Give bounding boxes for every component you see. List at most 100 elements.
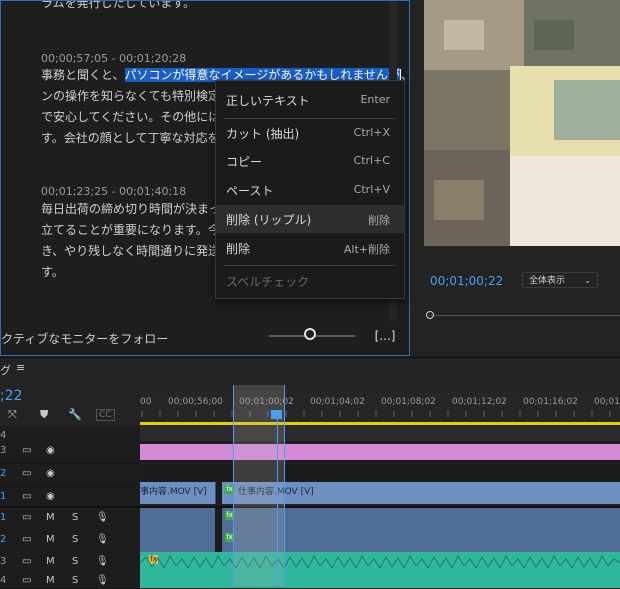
program-monitor: 00;01;00;22 全体表示 ⌄ bbox=[410, 0, 620, 356]
transcript-line[interactable]: 立てることが重要になります。今日、 bbox=[41, 220, 244, 241]
ruler-ticks bbox=[141, 411, 611, 417]
microphone-icon[interactable]: 🎙 bbox=[96, 512, 109, 523]
track-number: 3 bbox=[0, 556, 7, 567]
time-ruler[interactable]: 00 00;00;56;00 00;01;00;02 00;01;04;02 0… bbox=[140, 391, 620, 423]
timeline-timecode[interactable]: ;22 bbox=[0, 388, 23, 404]
playhead-handle[interactable] bbox=[271, 410, 282, 419]
track-number: 1 bbox=[0, 512, 7, 523]
solo-button[interactable]: S bbox=[72, 575, 78, 586]
menu-item-label: 正しいテキスト bbox=[226, 94, 310, 108]
camera-icon[interactable]: ▭ bbox=[22, 491, 31, 502]
menu-item-label: 削除 (リップル) bbox=[226, 213, 312, 227]
linked-selection-icon[interactable]: ⛊ bbox=[40, 408, 48, 422]
menu-item-label: 削除 bbox=[226, 242, 251, 256]
timeline-tab-title[interactable]: グ bbox=[0, 362, 11, 378]
work-area-bar[interactable] bbox=[140, 422, 620, 425]
track-number: 2 bbox=[0, 534, 7, 545]
track-header-v3[interactable]: 3 ▭ ◉ bbox=[0, 441, 140, 464]
track-lane-v3[interactable] bbox=[140, 441, 620, 463]
menu-item-shortcut: Ctrl+X bbox=[353, 126, 390, 139]
music-clip[interactable]: fx bbox=[140, 552, 620, 574]
camera-icon[interactable]: ▭ bbox=[22, 468, 31, 479]
track-header-a3[interactable]: 3 ▭ M S 🎙 bbox=[0, 552, 140, 575]
music-clip[interactable] bbox=[140, 574, 620, 588]
more-options-button[interactable]: [...] bbox=[373, 326, 397, 346]
eye-icon[interactable]: ◉ bbox=[46, 445, 55, 456]
mute-button[interactable]: M bbox=[46, 575, 55, 586]
playhead-timecode[interactable]: 00;01;00;22 bbox=[430, 274, 503, 288]
track-header-a4[interactable]: 4 ▭ M S 🎙 bbox=[0, 574, 140, 589]
menu-item-copy[interactable]: コピー Ctrl+C bbox=[216, 147, 404, 175]
menu-item-ripple-delete[interactable]: 削除 (リップル) 削除 bbox=[216, 205, 404, 233]
track-number: 2 bbox=[0, 468, 7, 479]
speaker-icon[interactable]: ▭ bbox=[22, 534, 31, 545]
transcript-line[interactable]: ラムを発行したしています。 bbox=[41, 1, 195, 14]
track-header-a1[interactable]: 1 ▭ M S 🎙 bbox=[0, 508, 140, 531]
eye-icon[interactable]: ◉ bbox=[46, 468, 55, 479]
menu-item-shortcut: Enter bbox=[360, 93, 390, 106]
camera-icon[interactable]: ▭ bbox=[22, 445, 31, 456]
panel-menu-icon[interactable]: ≡ bbox=[16, 361, 25, 374]
snap-icon[interactable]: ⤧ bbox=[8, 408, 17, 422]
solo-button[interactable]: S bbox=[72, 556, 78, 567]
eye-icon[interactable]: ◉ bbox=[46, 491, 55, 502]
solo-button[interactable]: S bbox=[72, 512, 78, 523]
monitor-playhead-handle[interactable] bbox=[426, 311, 434, 319]
track-header-v2[interactable]: 2 ▭ ◉ bbox=[0, 464, 140, 487]
menu-item-paste[interactable]: ペースト Ctrl+V bbox=[216, 176, 404, 204]
menu-item-shortcut: Ctrl+C bbox=[353, 154, 390, 167]
transcript-footer: クティブなモニターをフォロー [...] bbox=[1, 321, 409, 355]
speaker-icon[interactable]: ▭ bbox=[22, 575, 31, 586]
menu-item-correct-text[interactable]: 正しいテキスト Enter bbox=[216, 86, 404, 114]
mute-button[interactable]: M bbox=[46, 534, 55, 545]
playhead-line[interactable] bbox=[277, 412, 278, 586]
track-lane-v1[interactable]: 事内容.MOV [V] fx 仕事内容.MOV [V] bbox=[140, 482, 620, 504]
graphic-clip[interactable] bbox=[140, 444, 620, 460]
track-number: 4 bbox=[0, 575, 7, 586]
track-lane-a2[interactable]: fx bbox=[140, 530, 620, 552]
zoom-level-select[interactable]: 全体表示 ⌄ bbox=[522, 272, 598, 288]
segment-timecode: 00;01;23;25 - 00;01;40;18 bbox=[41, 185, 187, 198]
follow-active-monitor-label[interactable]: クティブなモニターをフォロー bbox=[1, 330, 168, 347]
microphone-icon[interactable]: 🎙 bbox=[96, 556, 109, 567]
microphone-icon[interactable]: 🎙 bbox=[96, 534, 109, 545]
speaker-icon[interactable]: ▭ bbox=[22, 512, 31, 523]
captions-icon[interactable]: CC bbox=[96, 409, 115, 421]
timeline-panel: グ ≡ ;22 ⤧ ⛊ 🔧 CC 00 00;00;56;00 00;01;00… bbox=[0, 357, 620, 589]
track-header-a2[interactable]: 2 ▭ M S 🎙 bbox=[0, 530, 140, 553]
mute-button[interactable]: M bbox=[46, 512, 55, 523]
menu-item-delete[interactable]: 削除 Alt+削除 bbox=[216, 234, 404, 262]
monitor-scrub-bar[interactable] bbox=[430, 315, 620, 316]
transcript-text[interactable]: 事務と聞くと、 bbox=[41, 68, 125, 82]
transcript-line[interactable]: で安心してください。その他には電話 bbox=[41, 107, 244, 128]
audio-clip[interactable] bbox=[140, 508, 215, 530]
video-preview bbox=[424, 0, 620, 246]
segment-timecode: 00;00;57;05 - 00;01;20;28 bbox=[41, 52, 187, 65]
transcript-line[interactable]: 毎日出荷の締め切り時間が決まって bbox=[41, 199, 232, 220]
transcript-line[interactable]: き、やり残しなく時間通りに発送手配 bbox=[41, 241, 244, 262]
mute-button[interactable]: M bbox=[46, 556, 55, 567]
microphone-icon[interactable]: 🎙 bbox=[96, 575, 109, 586]
audio-clip[interactable] bbox=[140, 530, 215, 552]
ruler-label: 00;00;56;00 bbox=[168, 397, 223, 407]
transcript-line[interactable]: す。会社の顔として丁寧な対応を一 bbox=[41, 128, 231, 149]
wrench-icon[interactable]: 🔧 bbox=[68, 408, 82, 421]
zoom-slider-thumb[interactable] bbox=[304, 328, 316, 340]
timeline-toolbar: ⤧ ⛊ 🔧 CC bbox=[0, 408, 140, 424]
solo-button[interactable]: S bbox=[72, 534, 78, 545]
track-lane-a4[interactable] bbox=[140, 574, 620, 588]
video-clip[interactable]: 事内容.MOV [V] bbox=[140, 482, 216, 504]
menu-item-cut[interactable]: カット (抽出) Ctrl+X bbox=[216, 119, 404, 147]
track-lane-a3[interactable]: fx bbox=[140, 552, 620, 574]
track-lane-a1[interactable]: fx bbox=[140, 508, 620, 530]
transcript-line[interactable]: ンの操作を知らなくても特別検定を bbox=[41, 86, 232, 107]
clip-label: 事内容.MOV [V] bbox=[140, 487, 207, 497]
transcript-line[interactable]: す。 bbox=[41, 262, 64, 283]
ruler-label: 00;01;12;02 bbox=[452, 397, 507, 407]
zoom-level-value: 全体表示 bbox=[529, 276, 566, 286]
menu-item-shortcut: 削除 bbox=[368, 214, 390, 227]
ruler-label: 00 bbox=[140, 397, 152, 407]
speaker-icon[interactable]: ▭ bbox=[22, 556, 31, 567]
track-number: 1 bbox=[0, 491, 7, 502]
ruler-label: 00;01;16;02 bbox=[523, 397, 578, 407]
